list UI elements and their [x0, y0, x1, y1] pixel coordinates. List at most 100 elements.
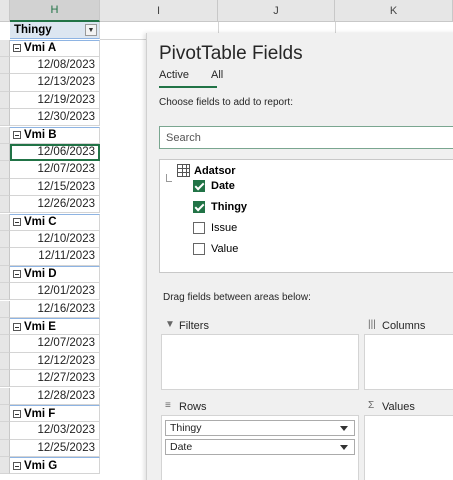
- pivot-date-row[interactable]: 12/15/2023: [10, 178, 100, 197]
- row-header[interactable]: [0, 283, 10, 301]
- pivot-group-row[interactable]: Vmi F: [10, 404, 100, 423]
- row-header[interactable]: [0, 300, 10, 318]
- pivot-date-row[interactable]: 12/30/2023: [10, 109, 100, 127]
- pivot-date-row[interactable]: 12/06/2023: [10, 143, 100, 162]
- row-header[interactable]: [0, 178, 10, 197]
- pivot-date-row[interactable]: 12/16/2023: [10, 300, 100, 318]
- row-header[interactable]: [0, 387, 10, 405]
- row-header[interactable]: [0, 370, 10, 388]
- pivot-date-row[interactable]: 12/07/2023: [10, 161, 100, 179]
- checkbox-checked-icon[interactable]: [193, 201, 205, 213]
- field-item-issue[interactable]: Issue: [193, 221, 237, 235]
- row-header[interactable]: [0, 91, 10, 110]
- values-area[interactable]: Σ Values: [364, 396, 453, 480]
- row-header[interactable]: [0, 404, 10, 423]
- pivot-date-row[interactable]: 12/26/2023: [10, 196, 100, 214]
- pivot-date-row[interactable]: 12/10/2023: [10, 230, 100, 249]
- collapse-icon[interactable]: [13, 131, 21, 140]
- filters-drop-zone[interactable]: [161, 334, 359, 390]
- pivot-date-row[interactable]: 12/11/2023: [10, 248, 100, 266]
- field-list: Adatsor Date Thingy Issue Value: [159, 159, 453, 273]
- row-header[interactable]: [0, 196, 10, 214]
- row-header[interactable]: [0, 422, 10, 440]
- date-label: 12/07/2023: [37, 163, 95, 176]
- pivot-date-row[interactable]: 12/03/2023: [10, 422, 100, 440]
- collapse-icon[interactable]: [13, 322, 21, 331]
- field-search-input[interactable]: Search: [159, 126, 453, 149]
- row-header[interactable]: [0, 39, 10, 57]
- row-header[interactable]: [0, 230, 10, 249]
- row-field-label: Date: [170, 441, 193, 453]
- checkbox-unchecked-icon[interactable]: [193, 222, 205, 234]
- row-header[interactable]: [0, 126, 10, 144]
- date-label: 12/06/2023: [37, 146, 95, 159]
- pivot-group-row[interactable]: Vmi C: [10, 213, 100, 231]
- row-header[interactable]: [0, 352, 10, 371]
- values-drop-zone[interactable]: [364, 415, 453, 480]
- collapse-icon[interactable]: [13, 218, 21, 227]
- row-header[interactable]: [0, 161, 10, 179]
- row-field-date[interactable]: Date: [165, 439, 355, 455]
- columns-area[interactable]: ||| Columns: [364, 315, 453, 390]
- filter-dropdown-icon[interactable]: ▼: [85, 24, 97, 37]
- row-header[interactable]: [0, 109, 10, 127]
- group-label: Vmi E: [24, 320, 56, 333]
- column-header-i[interactable]: I: [100, 0, 218, 22]
- pivot-date-row[interactable]: 12/01/2023: [10, 283, 100, 301]
- pivot-group-row[interactable]: Vmi D: [10, 265, 100, 284]
- field-item-thingy[interactable]: Thingy: [193, 200, 247, 214]
- row-header[interactable]: [0, 248, 10, 266]
- group-label: Vmi G: [24, 459, 58, 472]
- pivot-group-row[interactable]: Vmi B: [10, 126, 100, 144]
- pane-title: PivotTable Fields: [159, 43, 303, 64]
- collapse-icon[interactable]: [13, 409, 21, 418]
- tab-active[interactable]: Active: [159, 69, 189, 81]
- chevron-down-icon[interactable]: [340, 445, 348, 450]
- row-header[interactable]: [0, 457, 10, 475]
- column-header-k[interactable]: K: [335, 0, 453, 22]
- pivot-fields-pane: PivotTable Fields Active All Choose fiel…: [146, 33, 453, 480]
- pivot-date-row[interactable]: 12/12/2023: [10, 352, 100, 371]
- chevron-down-icon[interactable]: [340, 426, 348, 431]
- tab-all[interactable]: All: [211, 69, 223, 81]
- pivot-date-row[interactable]: 12/28/2023: [10, 387, 100, 405]
- pivot-date-row[interactable]: 12/13/2023: [10, 74, 100, 92]
- checkbox-unchecked-icon[interactable]: [193, 243, 205, 255]
- row-field-thingy[interactable]: Thingy: [165, 420, 355, 436]
- tree-connector-icon: [166, 174, 172, 182]
- column-header-h[interactable]: H: [10, 0, 100, 22]
- row-header[interactable]: [0, 439, 10, 458]
- row-header[interactable]: [0, 74, 10, 92]
- column-header-j[interactable]: J: [218, 0, 335, 22]
- row-header[interactable]: [0, 143, 10, 162]
- collapse-icon[interactable]: [13, 461, 21, 470]
- pivot-date-row[interactable]: 12/27/2023: [10, 370, 100, 388]
- field-item-value[interactable]: Value: [193, 242, 238, 256]
- date-label: 12/30/2023: [37, 111, 95, 124]
- filters-area[interactable]: ▼ Filters: [161, 315, 359, 390]
- row-header[interactable]: [0, 317, 10, 336]
- collapse-icon[interactable]: [13, 270, 21, 279]
- pivot-row-header[interactable]: Thingy ▼: [10, 22, 100, 40]
- field-item-date[interactable]: Date: [193, 179, 235, 193]
- pivot-date-row[interactable]: 12/19/2023: [10, 91, 100, 110]
- rows-area[interactable]: ≡ Rows Thingy Date: [161, 396, 359, 480]
- date-label: 12/12/2023: [37, 354, 95, 367]
- row-header[interactable]: [0, 265, 10, 284]
- pivot-date-row[interactable]: 12/08/2023: [10, 56, 100, 75]
- columns-drop-zone[interactable]: [364, 334, 453, 390]
- row-header[interactable]: [0, 335, 10, 353]
- pivot-group-row[interactable]: Vmi E: [10, 317, 100, 336]
- row-header[interactable]: [0, 213, 10, 231]
- pivot-group-row[interactable]: Vmi A: [10, 39, 100, 57]
- field-label: Thingy: [211, 201, 248, 213]
- rows-drop-zone[interactable]: Thingy Date: [161, 415, 359, 480]
- checkbox-checked-icon[interactable]: [193, 180, 205, 192]
- date-label: 12/28/2023: [37, 389, 95, 402]
- collapse-icon[interactable]: [13, 44, 21, 53]
- pivot-date-row[interactable]: 12/25/2023: [10, 439, 100, 458]
- pivot-group-row[interactable]: Vmi G: [10, 457, 100, 475]
- select-all-corner[interactable]: [0, 0, 10, 22]
- row-header[interactable]: [0, 56, 10, 75]
- pivot-date-row[interactable]: 12/07/2023: [10, 335, 100, 353]
